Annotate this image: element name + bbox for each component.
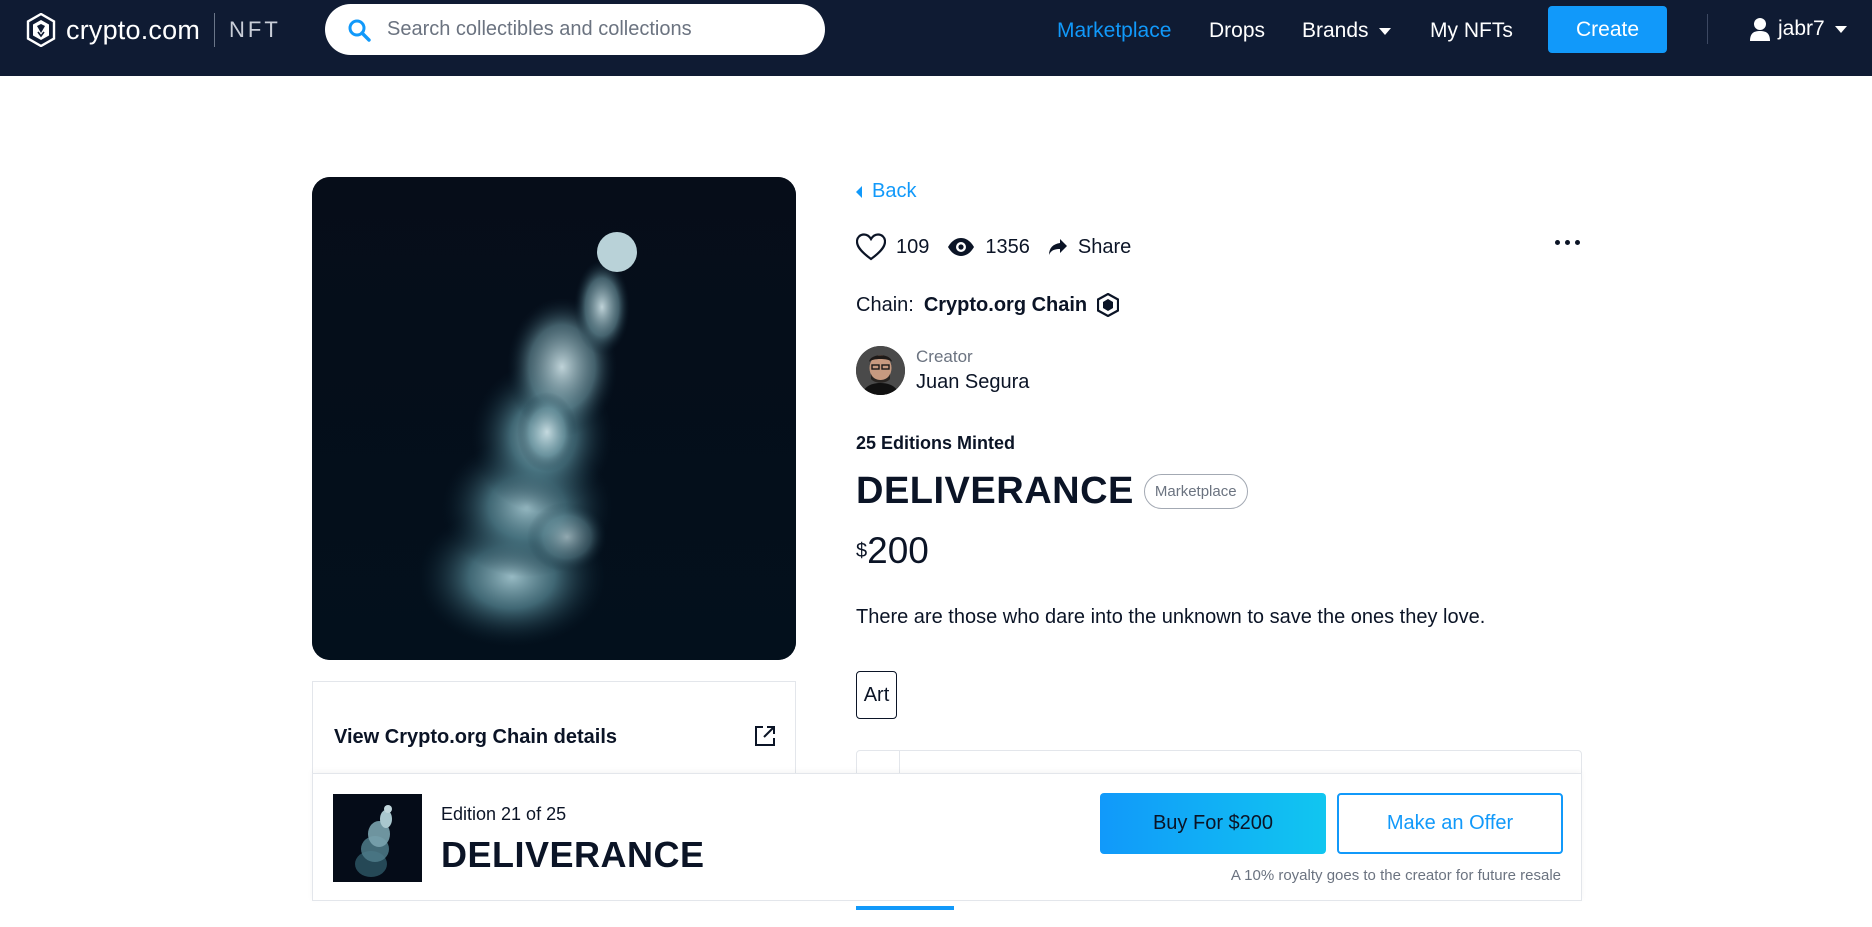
royalty-note: A 10% royalty goes to the creator for fu… (1230, 867, 1561, 884)
search-icon (348, 19, 371, 42)
nav-brands[interactable]: Brands (1302, 19, 1391, 43)
search-input[interactable] (387, 18, 787, 41)
creator-avatar[interactable] (856, 346, 905, 395)
share-icon (1048, 239, 1067, 255)
user-icon (1750, 18, 1770, 41)
views-count: 1356 (985, 235, 1030, 258)
back-caret-icon (856, 185, 862, 198)
creator-text: Creator Juan Segura (916, 347, 1029, 394)
purchase-title: DELIVERANCE (441, 834, 705, 875)
artwork-smoke-figure (312, 177, 796, 660)
price-currency: $ (856, 540, 868, 562)
more-dots-icon (1575, 240, 1580, 245)
caret-down-icon (1834, 25, 1847, 33)
username: jabr7 (1778, 17, 1825, 40)
marketplace-badge: Marketplace (1143, 474, 1248, 509)
creator-label: Creator (916, 347, 973, 366)
likes-stat[interactable]: 109 (856, 233, 929, 261)
eye-icon (948, 238, 975, 256)
logo-divider (214, 13, 216, 47)
share-action[interactable]: Share (1048, 236, 1131, 259)
nav-drops[interactable]: Drops (1209, 19, 1265, 43)
nft-thumbnail (333, 794, 422, 882)
thumbnail-artwork (333, 794, 422, 882)
nav-brands-label: Brands (1302, 19, 1369, 42)
back-link[interactable]: Back (856, 180, 916, 203)
view-chain-details-link[interactable]: View Crypto.org Chain details (334, 726, 617, 749)
purchase-bar: Edition 21 of 25 DELIVERANCE Buy For $20… (312, 773, 1582, 901)
creator-info[interactable]: Creator Juan Segura (856, 346, 1029, 395)
logo-suffix: NFT (229, 17, 281, 42)
chain-hexagon-icon (1097, 293, 1120, 317)
nav-divider (1707, 14, 1708, 44)
search-bar[interactable] (325, 4, 825, 55)
edition-number: Edition 21 of 25 (441, 804, 567, 824)
top-navigation-bar: crypto.com NFT Marketplace Drops Brands … (0, 0, 1872, 76)
nft-description: There are those who dare into the unknow… (856, 606, 1486, 628)
nft-price: $ 200 (856, 530, 929, 572)
share-label: Share (1077, 235, 1132, 258)
avatar-portrait (856, 346, 905, 395)
nav-my-nfts[interactable]: My NFTs (1430, 19, 1513, 43)
back-label: Back (872, 180, 917, 202)
logo-text: crypto.com (66, 14, 201, 45)
buy-button[interactable]: Buy For $200 (1100, 793, 1326, 854)
nav-marketplace[interactable]: Marketplace (1057, 19, 1171, 43)
heart-icon[interactable] (856, 233, 886, 261)
nft-title-row: DELIVERANCE Marketplace (856, 470, 1248, 513)
chain-info: Chain: Crypto.org Chain (856, 293, 1120, 317)
price-value: 200 (867, 530, 929, 571)
user-menu[interactable]: jabr7 (1750, 17, 1847, 41)
caret-down-icon (1378, 27, 1391, 35)
crypto-com-logo-icon (26, 13, 56, 47)
views-stat: 1356 (947, 236, 1030, 259)
make-offer-button[interactable]: Make an Offer (1337, 793, 1563, 854)
more-dots-icon (1555, 240, 1560, 245)
category-tag[interactable]: Art (856, 671, 897, 719)
creator-name[interactable]: Juan Segura (916, 371, 1029, 394)
editions-minted: 25 Editions Minted (856, 433, 1016, 453)
chain-name: Crypto.org Chain (923, 293, 1088, 316)
site-logo[interactable]: crypto.com NFT (26, 12, 281, 48)
nft-title: DELIVERANCE (856, 470, 1134, 512)
chain-label: Chain: (856, 293, 914, 316)
more-dots-icon (1565, 240, 1570, 245)
create-button[interactable]: Create (1548, 6, 1667, 53)
engagement-stats: 109 1356 Share (856, 232, 1149, 262)
external-link-icon[interactable] (753, 724, 777, 748)
more-options-button[interactable] (1555, 240, 1580, 245)
likes-count: 109 (896, 235, 930, 258)
active-tab-indicator (856, 906, 954, 910)
nft-artwork-image[interactable] (312, 177, 796, 660)
